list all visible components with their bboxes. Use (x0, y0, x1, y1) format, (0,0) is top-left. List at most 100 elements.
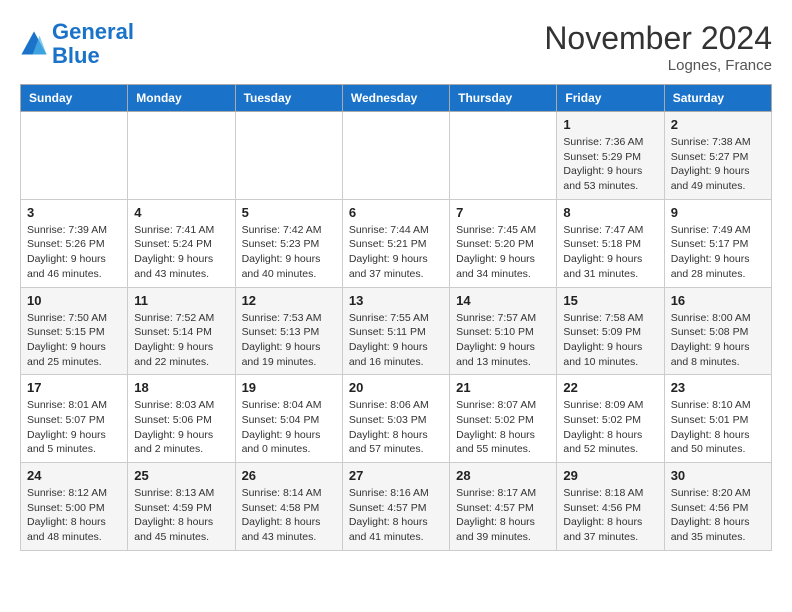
day-number: 25 (134, 468, 228, 483)
calendar-day-cell: 4 Sunrise: 7:41 AMSunset: 5:24 PMDaylight… (128, 199, 235, 287)
day-number: 17 (27, 380, 121, 395)
calendar-day-cell (450, 112, 557, 200)
day-info: Sunrise: 8:06 AMSunset: 5:03 PMDaylight:… (349, 398, 443, 457)
logo-text: General Blue (52, 20, 134, 68)
calendar-day-cell: 14Sunrise: 7:57 AMSunset: 5:10 PMDayligh… (450, 287, 557, 375)
day-info: Sunrise: 7:52 AMSunset: 5:14 PMDaylight:… (134, 311, 228, 370)
day-number: 9 (671, 205, 765, 220)
day-info: Sunrise: 7:41 AMSunset: 5:24 PMDaylight:… (134, 223, 228, 282)
calendar-day-cell: 3Sunrise: 7:39 AMSunset: 5:26 PMDaylight… (21, 199, 128, 287)
day-info: Sunrise: 7:58 AMSunset: 5:09 PMDaylight:… (563, 311, 657, 370)
day-number: 15 (563, 293, 657, 308)
calendar-day-cell: 5 Sunrise: 7:42 AMSunset: 5:23 PMDaylight… (235, 199, 342, 287)
calendar-day-cell: 12 Sunrise: 7:53 AMSunset: 5:13 PMDayligh… (235, 287, 342, 375)
weekday-header-cell: Tuesday (235, 85, 342, 112)
day-number: 22 (563, 380, 657, 395)
day-number: 21 (456, 380, 550, 395)
calendar-day-cell: 8 Sunrise: 7:47 AMSunset: 5:18 PMDaylight… (557, 199, 664, 287)
logo-line2: Blue (52, 43, 100, 68)
day-number: 20 (349, 380, 443, 395)
day-number: 16 (671, 293, 765, 308)
day-info: Sunrise: 8:12 AMSunset: 5:00 PMDaylight:… (27, 486, 121, 545)
calendar-day-cell: 22 Sunrise: 8:09 AMSunset: 5:02 PMDayligh… (557, 375, 664, 463)
calendar-day-cell: 1 Sunrise: 7:36 AMSunset: 5:29 PMDaylight… (557, 112, 664, 200)
day-number: 27 (349, 468, 443, 483)
calendar-week-row: 3Sunrise: 7:39 AMSunset: 5:26 PMDaylight… (21, 199, 772, 287)
day-info: Sunrise: 7:47 AMSunset: 5:18 PMDaylight:… (563, 223, 657, 282)
day-number: 11 (134, 293, 228, 308)
calendar-day-cell: 7 Sunrise: 7:45 AMSunset: 5:20 PMDaylight… (450, 199, 557, 287)
day-info: Sunrise: 8:07 AMSunset: 5:02 PMDaylight:… (456, 398, 550, 457)
calendar-day-cell: 15 Sunrise: 7:58 AMSunset: 5:09 PMDayligh… (557, 287, 664, 375)
day-info: Sunrise: 7:39 AMSunset: 5:26 PMDaylight:… (27, 223, 121, 282)
calendar-day-cell (128, 112, 235, 200)
day-number: 1 (563, 117, 657, 132)
logo-line1: General (52, 19, 134, 44)
location: Lognes, France (544, 57, 772, 74)
day-info: Sunrise: 7:50 AMSunset: 5:15 PMDaylight:… (27, 311, 121, 370)
day-number: 29 (563, 468, 657, 483)
logo: General Blue (20, 20, 134, 68)
day-info: Sunrise: 7:44 AMSunset: 5:21 PMDaylight:… (349, 223, 443, 282)
day-info: Sunrise: 7:53 AMSunset: 5:13 PMDaylight:… (242, 311, 336, 370)
calendar-week-row: 17 Sunrise: 8:01 AMSunset: 5:07 PMDayligh… (21, 375, 772, 463)
weekday-header-cell: Monday (128, 85, 235, 112)
calendar-day-cell: 29 Sunrise: 8:18 AMSunset: 4:56 PMDayligh… (557, 463, 664, 551)
day-number: 14 (456, 293, 550, 308)
month-title: November 2024 (544, 20, 772, 57)
calendar-day-cell: 25 Sunrise: 8:13 AMSunset: 4:59 PMDayligh… (128, 463, 235, 551)
day-info: Sunrise: 8:18 AMSunset: 4:56 PMDaylight:… (563, 486, 657, 545)
calendar-day-cell: 19 Sunrise: 8:04 AMSunset: 5:04 PMDayligh… (235, 375, 342, 463)
day-info: Sunrise: 8:20 AMSunset: 4:56 PMDaylight:… (671, 486, 765, 545)
day-number: 23 (671, 380, 765, 395)
calendar-day-cell: 20 Sunrise: 8:06 AMSunset: 5:03 PMDayligh… (342, 375, 449, 463)
day-info: Sunrise: 8:00 AMSunset: 5:08 PMDaylight:… (671, 311, 765, 370)
calendar-table: SundayMondayTuesdayWednesdayThursdayFrid… (20, 84, 772, 551)
calendar-day-cell: 21 Sunrise: 8:07 AMSunset: 5:02 PMDayligh… (450, 375, 557, 463)
calendar-day-cell: 24 Sunrise: 8:12 AMSunset: 5:00 PMDayligh… (21, 463, 128, 551)
calendar-day-cell: 30Sunrise: 8:20 AMSunset: 4:56 PMDayligh… (664, 463, 771, 551)
calendar-day-cell: 10 Sunrise: 7:50 AMSunset: 5:15 PMDayligh… (21, 287, 128, 375)
day-info: Sunrise: 8:04 AMSunset: 5:04 PMDaylight:… (242, 398, 336, 457)
day-info: Sunrise: 8:13 AMSunset: 4:59 PMDaylight:… (134, 486, 228, 545)
day-number: 5 (242, 205, 336, 220)
day-number: 13 (349, 293, 443, 308)
day-info: Sunrise: 8:10 AMSunset: 5:01 PMDaylight:… (671, 398, 765, 457)
day-info: Sunrise: 8:01 AMSunset: 5:07 PMDaylight:… (27, 398, 121, 457)
calendar-day-cell: 17 Sunrise: 8:01 AMSunset: 5:07 PMDayligh… (21, 375, 128, 463)
weekday-header-cell: Wednesday (342, 85, 449, 112)
day-info: Sunrise: 7:49 AMSunset: 5:17 PMDaylight:… (671, 223, 765, 282)
calendar-week-row: 24 Sunrise: 8:12 AMSunset: 5:00 PMDayligh… (21, 463, 772, 551)
calendar-day-cell: 18Sunrise: 8:03 AMSunset: 5:06 PMDayligh… (128, 375, 235, 463)
day-info: Sunrise: 8:14 AMSunset: 4:58 PMDaylight:… (242, 486, 336, 545)
day-number: 6 (349, 205, 443, 220)
calendar-day-cell: 11 Sunrise: 7:52 AMSunset: 5:14 PMDayligh… (128, 287, 235, 375)
calendar-day-cell: 2 Sunrise: 7:38 AMSunset: 5:27 PMDaylight… (664, 112, 771, 200)
calendar-day-cell (21, 112, 128, 200)
day-number: 4 (134, 205, 228, 220)
logo-icon (20, 30, 48, 58)
day-number: 19 (242, 380, 336, 395)
calendar-day-cell (342, 112, 449, 200)
day-number: 2 (671, 117, 765, 132)
calendar-day-cell: 26 Sunrise: 8:14 AMSunset: 4:58 PMDayligh… (235, 463, 342, 551)
calendar-week-row: 1 Sunrise: 7:36 AMSunset: 5:29 PMDaylight… (21, 112, 772, 200)
day-info: Sunrise: 7:45 AMSunset: 5:20 PMDaylight:… (456, 223, 550, 282)
day-info: Sunrise: 7:36 AMSunset: 5:29 PMDaylight:… (563, 135, 657, 194)
day-info: Sunrise: 7:42 AMSunset: 5:23 PMDaylight:… (242, 223, 336, 282)
page-header: General Blue November 2024 Lognes, Franc… (20, 20, 772, 74)
day-number: 10 (27, 293, 121, 308)
calendar-day-cell: 16 Sunrise: 8:00 AMSunset: 5:08 PMDayligh… (664, 287, 771, 375)
title-block: November 2024 Lognes, France (544, 20, 772, 74)
day-number: 26 (242, 468, 336, 483)
calendar-day-cell: 9 Sunrise: 7:49 AMSunset: 5:17 PMDaylight… (664, 199, 771, 287)
day-number: 24 (27, 468, 121, 483)
day-info: Sunrise: 7:38 AMSunset: 5:27 PMDaylight:… (671, 135, 765, 194)
day-number: 7 (456, 205, 550, 220)
day-number: 8 (563, 205, 657, 220)
day-number: 28 (456, 468, 550, 483)
weekday-header-row: SundayMondayTuesdayWednesdayThursdayFrid… (21, 85, 772, 112)
day-number: 12 (242, 293, 336, 308)
calendar-day-cell: 13Sunrise: 7:55 AMSunset: 5:11 PMDayligh… (342, 287, 449, 375)
day-info: Sunrise: 8:09 AMSunset: 5:02 PMDaylight:… (563, 398, 657, 457)
